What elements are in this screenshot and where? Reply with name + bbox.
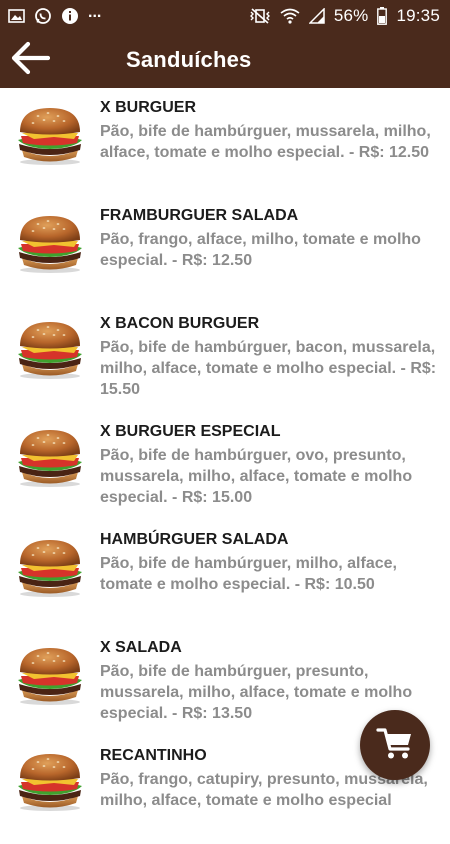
- item-description: Pão, bife de hambúrguer, mussarela, milh…: [100, 123, 431, 161]
- battery-percent: 56%: [333, 6, 369, 25]
- battery-icon: [377, 7, 388, 25]
- item-name: HAMBÚRGUER SALADA: [100, 531, 289, 548]
- item-name: X SALADA: [100, 639, 182, 656]
- item-name: FRAMBURGUER SALADA: [100, 207, 299, 224]
- status-right-group: 56% 19:35: [249, 6, 440, 26]
- burger-image: [14, 318, 86, 380]
- status-left-group: ...: [8, 4, 102, 25]
- gallery-notification-icon: [8, 9, 25, 23]
- burger-image: [14, 536, 86, 598]
- item-description: Pão, bife de hambúrguer, bacon, mussarel…: [100, 339, 437, 398]
- list-item[interactable]: X BACON BURGUER Pão, bife de hambúrguer,…: [0, 304, 450, 412]
- more-notifications-indicator: ...: [88, 4, 102, 21]
- burger-image: [14, 426, 86, 488]
- cart-button[interactable]: [360, 710, 430, 780]
- clock: 19:35: [396, 6, 440, 25]
- signal-icon: [308, 8, 325, 24]
- item-name: X BACON BURGUER: [100, 315, 260, 332]
- burger-image: [14, 644, 86, 706]
- item-description: Pão, frango, alface, milho, tomate e mol…: [100, 231, 421, 269]
- vibrate-mute-icon: [249, 8, 271, 24]
- burger-image: [14, 750, 86, 812]
- item-description: Pão, bife de hambúrguer, ovo, presunto, …: [100, 447, 413, 506]
- app-bar: Sanduíches: [0, 32, 450, 88]
- info-notification-icon: [61, 7, 79, 25]
- back-arrow-icon: [10, 41, 51, 80]
- item-description: Pão, bife de hambúrguer, milho, alface, …: [100, 555, 397, 593]
- item-name: X BURGUER: [100, 99, 197, 116]
- list-item[interactable]: HAMBÚRGUER SALADA Pão, bife de hambúrgue…: [0, 520, 450, 628]
- list-item[interactable]: X BURGUER ESPECIAL Pão, bife de hambúrgu…: [0, 412, 450, 520]
- burger-image: [14, 104, 86, 166]
- page-title: Sanduíches: [126, 47, 252, 72]
- burger-image: [14, 212, 86, 274]
- list-item[interactable]: X BURGUER Pão, bife de hambúrguer, mussa…: [0, 88, 450, 196]
- back-button[interactable]: [2, 32, 58, 88]
- shopping-cart-icon: [376, 725, 414, 766]
- whatsapp-notification-icon: [34, 7, 52, 25]
- wifi-icon: [280, 8, 300, 24]
- item-name: X BURGUER ESPECIAL: [100, 423, 281, 440]
- list-item[interactable]: FRAMBURGUER SALADA Pão, frango, alface, …: [0, 196, 450, 304]
- status-bar: ... 56% 19:35: [0, 0, 450, 32]
